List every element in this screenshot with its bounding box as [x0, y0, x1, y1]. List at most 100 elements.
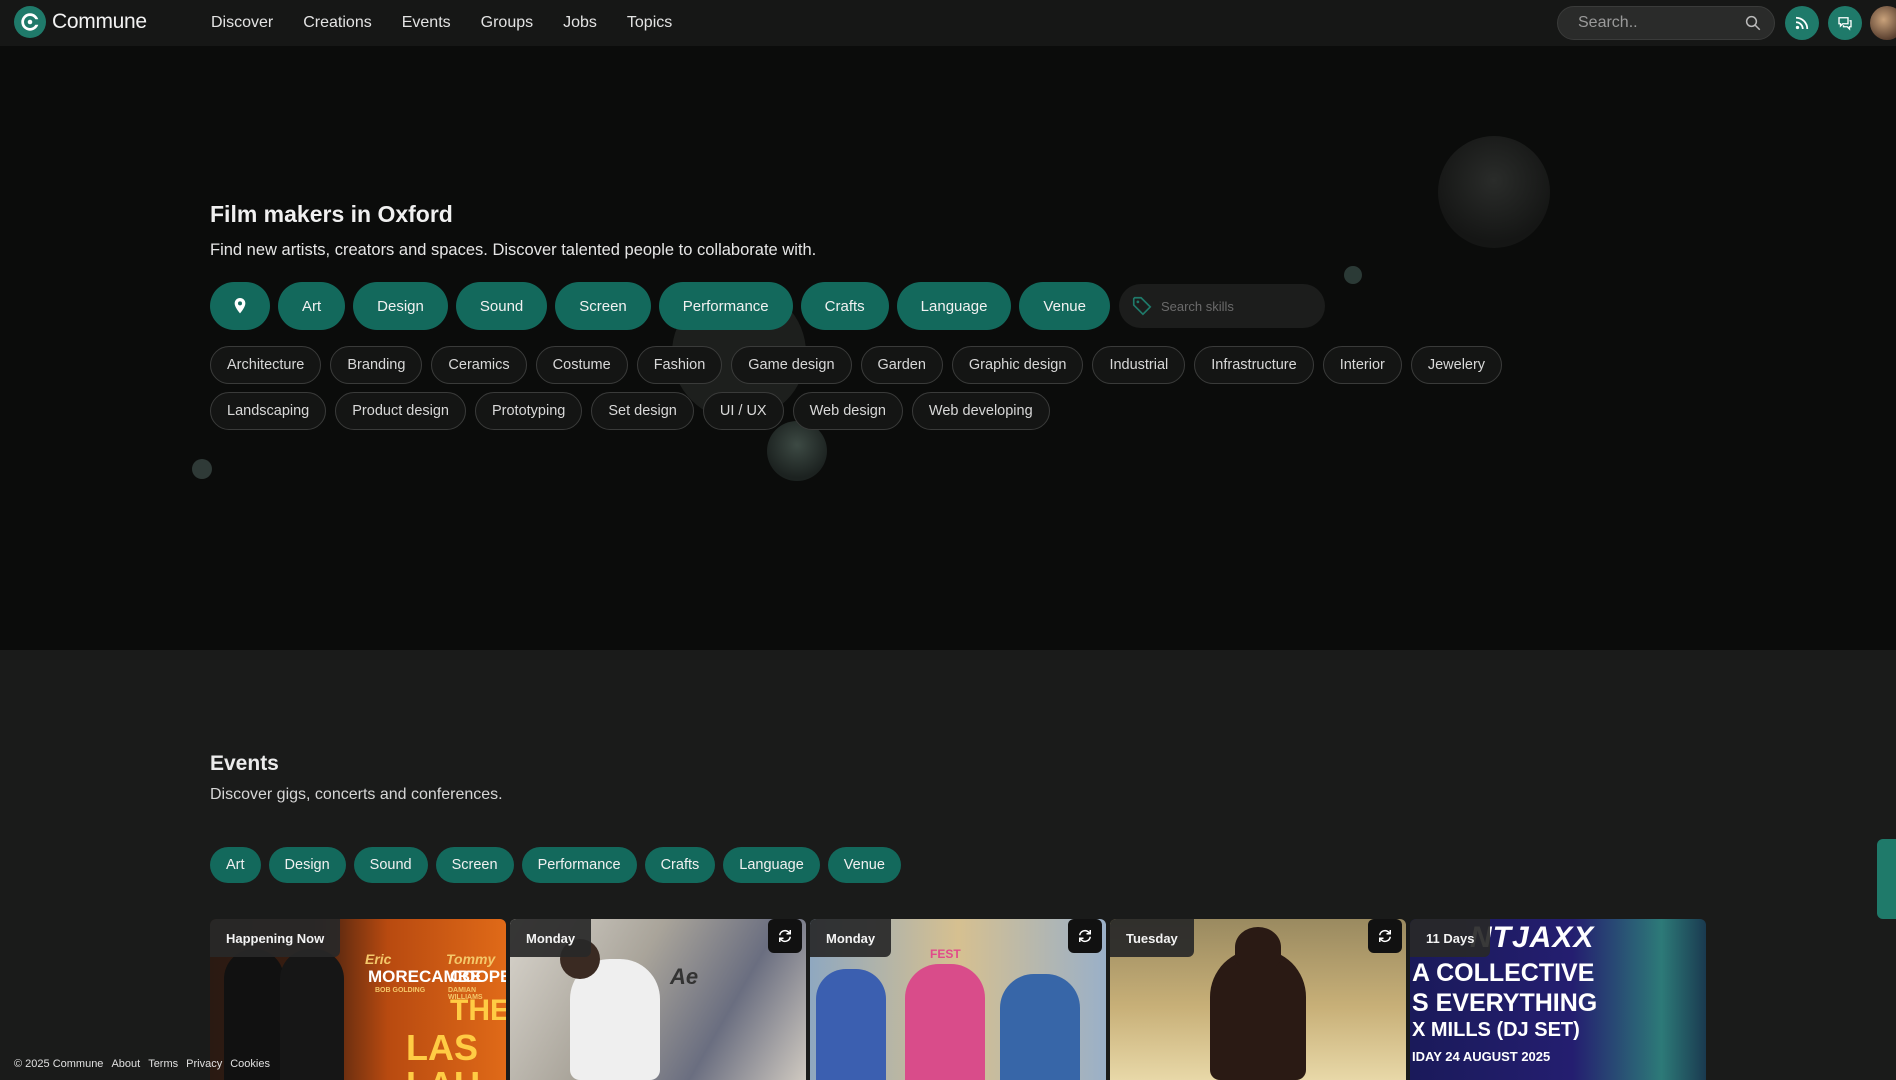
events-category-language[interactable]: Language [723, 847, 820, 883]
skill-chip[interactable]: Jewelery [1410, 346, 1503, 384]
category-design[interactable]: Design [353, 282, 448, 330]
footer-link-cookies[interactable]: Cookies [230, 1058, 270, 1070]
recurring-event-button[interactable] [1368, 919, 1402, 953]
event-image-figure [905, 964, 985, 1080]
footer-link-about[interactable]: About [111, 1058, 140, 1070]
feed-button[interactable] [1785, 6, 1819, 40]
tag-icon [1132, 296, 1152, 316]
skill-chip[interactable]: Architecture [210, 346, 322, 384]
chat-icon [1838, 17, 1852, 31]
skill-chip[interactable]: UI / UX [702, 392, 784, 430]
event-image-text: Eric [365, 951, 392, 967]
skill-chip[interactable]: Fashion [636, 346, 723, 384]
event-image-figure [1000, 974, 1080, 1080]
feedback-side-tab[interactable] [1877, 839, 1896, 919]
event-image-text: FEST [930, 947, 961, 961]
nav-item-topics[interactable]: Topics [627, 14, 672, 32]
event-image-figure [816, 969, 886, 1080]
skill-chip[interactable]: Industrial [1092, 346, 1186, 384]
footer: © 2025 Commune About Terms Privacy Cooki… [14, 1058, 278, 1070]
skill-chip[interactable]: Product design [335, 392, 466, 430]
repeat-icon [1379, 929, 1391, 943]
events-category-crafts[interactable]: Crafts [644, 847, 716, 883]
recurring-event-button[interactable] [1068, 919, 1102, 953]
events-category-design[interactable]: Design [268, 847, 346, 883]
events-category-performance[interactable]: Performance [521, 847, 637, 883]
nav-item-groups[interactable]: Groups [481, 14, 533, 32]
event-image-text: A COLLECTIVE [1412, 959, 1595, 987]
event-image-silhouette [1235, 927, 1281, 967]
event-date-badge: Tuesday [1110, 919, 1194, 957]
repeat-icon [1079, 929, 1091, 943]
skill-chip[interactable]: Costume [535, 346, 628, 384]
events-category-sound[interactable]: Sound [353, 847, 428, 883]
event-image-text: LAS [406, 1027, 478, 1068]
skill-search-input[interactable] [1160, 298, 1311, 314]
footer-link-terms[interactable]: Terms [148, 1058, 178, 1070]
events-title: Events [210, 752, 279, 775]
event-card[interactable]: NTJAXX A COLLECTIVE S EVERYTHING X MILLS… [1410, 919, 1706, 1080]
category-language[interactable]: Language [896, 282, 1012, 330]
discover-hero: Film makers in Oxford Find new artists, … [0, 46, 1896, 650]
skill-chip[interactable]: Interior [1322, 346, 1402, 384]
category-performance[interactable]: Performance [658, 282, 793, 330]
skill-chip[interactable]: Landscaping [210, 392, 327, 430]
skill-chip[interactable]: Prototyping [474, 392, 583, 430]
events-category-filter: Art Design Sound Screen Performance Craf… [210, 847, 909, 883]
page-subtitle: Find new artists, creators and spaces. D… [210, 241, 817, 259]
footer-link-privacy[interactable]: Privacy [186, 1058, 222, 1070]
category-crafts[interactable]: Crafts [800, 282, 889, 330]
category-filter: Art Design Sound Screen Performance Craf… [210, 282, 1325, 330]
footer-copyright: © 2025 Commune [14, 1058, 104, 1070]
event-date-badge: Happening Now [210, 919, 341, 957]
map-pin-icon [234, 298, 246, 314]
app-name: Commune [52, 10, 147, 33]
location-filter-button[interactable] [210, 282, 270, 330]
skill-chip[interactable]: Graphic design [951, 346, 1084, 384]
logo[interactable]: Commune [14, 6, 147, 38]
event-image-figure [280, 949, 344, 1080]
background-dot [192, 459, 212, 479]
nav-item-events[interactable]: Events [402, 14, 451, 32]
skill-search [1118, 284, 1325, 328]
skill-chip[interactable]: Infrastructure [1194, 346, 1314, 384]
events-category-venue[interactable]: Venue [827, 847, 901, 883]
nav-item-jobs[interactable]: Jobs [563, 14, 597, 32]
messages-button[interactable] [1828, 6, 1862, 40]
nav-item-discover[interactable]: Discover [211, 14, 273, 32]
top-navigation-bar: Commune Discover Creations Events Groups… [0, 0, 1896, 46]
event-image-text: Ae [670, 964, 699, 989]
event-card[interactable]: Eric MORECAMBE Tommy COOPER BOB GOLDING … [210, 919, 506, 1080]
nav-item-creations[interactable]: Creations [303, 14, 371, 32]
skill-chip[interactable]: Game design [731, 346, 852, 384]
category-art[interactable]: Art [278, 282, 346, 330]
events-category-screen[interactable]: Screen [435, 847, 514, 883]
skill-chip[interactable]: Ceramics [431, 346, 527, 384]
background-avatar [1438, 136, 1550, 248]
event-image-text: BOB GOLDING [375, 987, 426, 994]
event-date-badge: Monday [510, 919, 592, 957]
category-sound[interactable]: Sound [455, 282, 548, 330]
event-card[interactable]: Ae Monday [510, 919, 806, 1080]
category-screen[interactable]: Screen [555, 282, 651, 330]
user-avatar[interactable] [1870, 6, 1896, 40]
skill-chip-list: Architecture Branding Ceramics Costume F… [210, 346, 1610, 438]
skill-chip[interactable]: Web developing [911, 392, 1050, 430]
global-search [1557, 6, 1775, 40]
skill-chip[interactable]: Set design [591, 392, 694, 430]
skill-chip[interactable]: Web design [792, 392, 903, 430]
event-date-badge: Monday [810, 919, 892, 957]
event-image-text: X MILLS (DJ SET) [1412, 1019, 1580, 1041]
events-category-art[interactable]: Art [210, 847, 261, 883]
recurring-event-button[interactable] [768, 919, 802, 953]
event-image-text: S EVERYTHING [1412, 989, 1598, 1017]
search-input[interactable] [1578, 14, 1738, 32]
skill-chip[interactable]: Garden [860, 346, 943, 384]
category-venue[interactable]: Venue [1019, 282, 1110, 330]
event-card[interactable]: FEST Monday [810, 919, 1106, 1080]
event-card[interactable]: Tuesday [1110, 919, 1406, 1080]
search-icon[interactable] [1744, 14, 1762, 32]
events-section: Events Discover gigs, concerts and confe… [0, 650, 1896, 1080]
skill-chip[interactable]: Branding [330, 346, 423, 384]
events-subtitle: Discover gigs, concerts and conferences. [210, 786, 503, 803]
